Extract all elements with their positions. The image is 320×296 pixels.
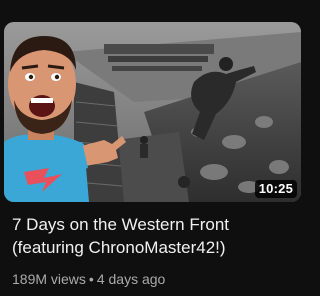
video-meta: 189M views • 4 days ago (12, 270, 165, 288)
video-title-line2: (featuring ChronoMaster42!) (12, 238, 226, 257)
video-thumbnail[interactable]: 10:25 (4, 22, 301, 202)
duration-badge: 10:25 (254, 180, 297, 198)
video-title-line1: 7 Days on the Western Front (12, 215, 230, 234)
view-count: 189M views (12, 271, 86, 287)
thumbnail-image (4, 22, 301, 202)
upload-age: 4 days ago (96, 271, 166, 287)
meta-separator: • (88, 271, 94, 287)
video-title[interactable]: 7 Days on the Western Front (featuring C… (12, 213, 297, 259)
video-card[interactable]: 10:25 7 Days on the Western Front (featu… (0, 0, 303, 296)
